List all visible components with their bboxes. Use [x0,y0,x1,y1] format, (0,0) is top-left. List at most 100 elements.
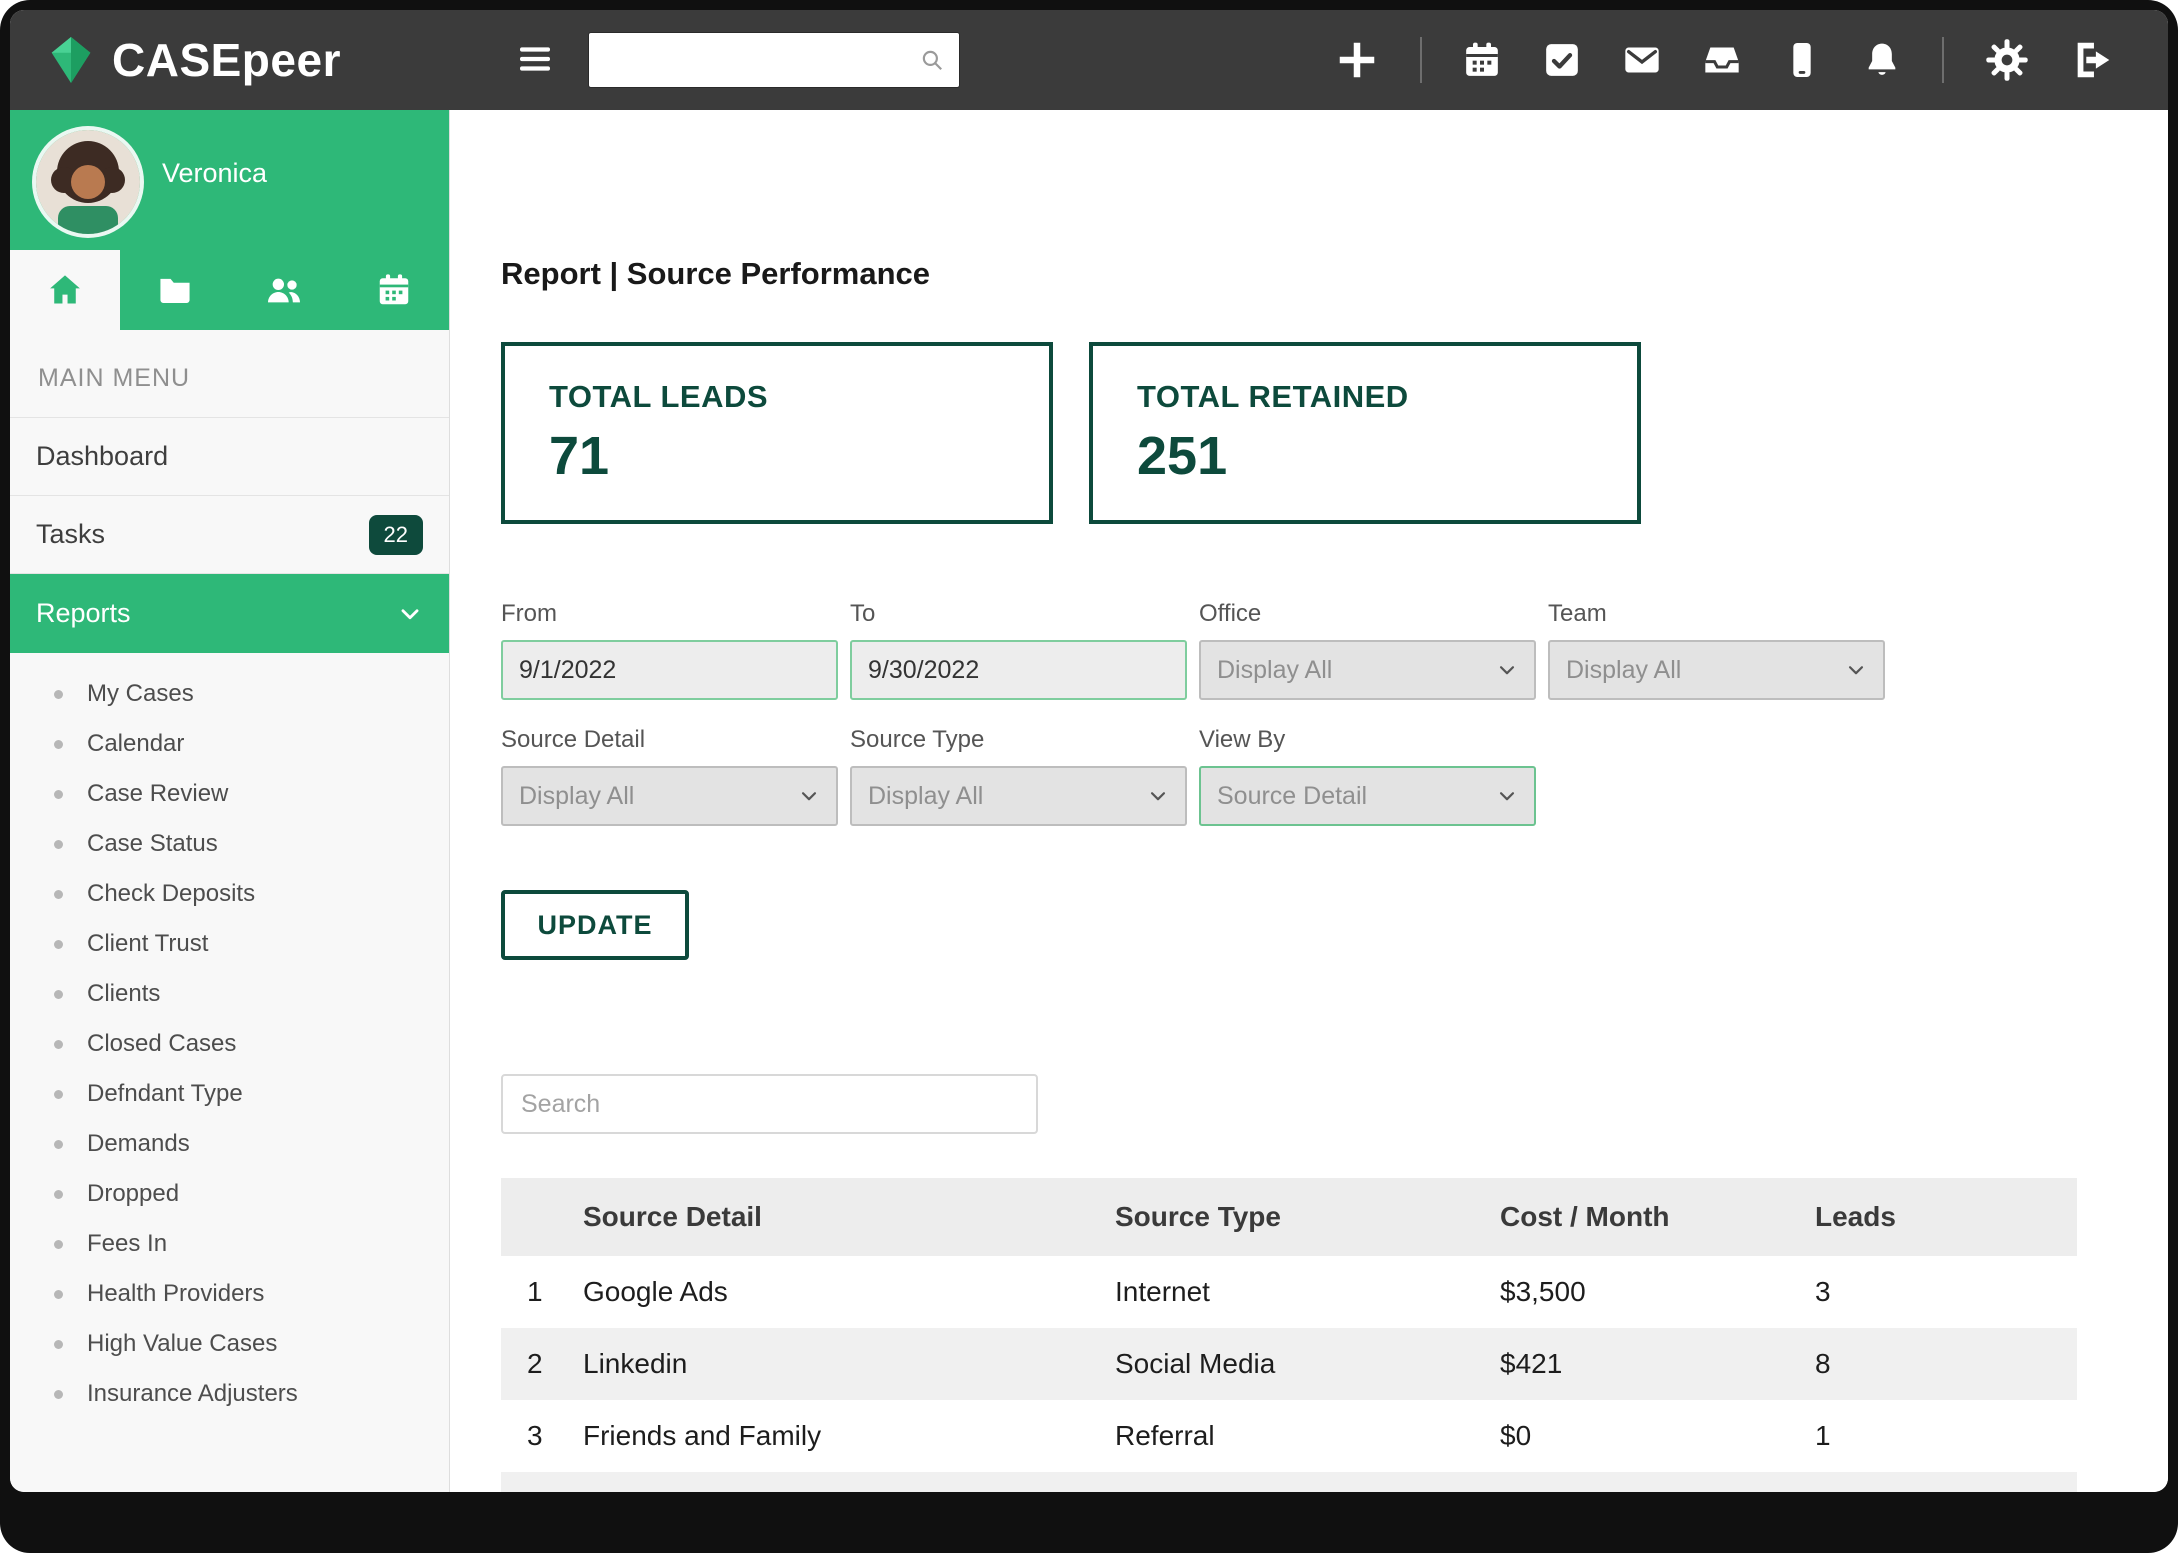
tasks-check-icon[interactable] [1542,40,1582,80]
tab-contacts[interactable] [230,250,340,330]
cell-cost: $0 [1500,1472,1815,1492]
col-leads: Leads [1815,1178,2077,1256]
sidebar-item-dashboard[interactable]: Dashboard [10,417,449,495]
page-title: Report | Source Performance [501,256,2168,292]
bullet-icon [54,1340,63,1349]
sidebar-item-label: Dashboard [36,441,168,472]
inbox-icon[interactable] [1702,40,1742,80]
bullet-icon [54,1040,63,1049]
gear-icon[interactable] [1984,37,2030,83]
filter-view-by: View By Source Detail [1199,726,1536,826]
cell-leads: 3 [1815,1256,2077,1328]
submenu-item-clients[interactable]: Clients [10,969,449,1019]
bell-icon[interactable] [1862,40,1902,80]
col-source-detail: Source Detail [583,1178,1115,1256]
sidebar-item-tasks[interactable]: Tasks 22 [10,495,449,573]
brand-logo[interactable]: CASEpeer [44,10,341,110]
table-row[interactable]: 2 Linkedin Social Media $421 8 [501,1328,2077,1400]
filter-office: Office Display All [1199,600,1536,700]
filter-team: Team Display All [1548,600,1885,700]
chevron-down-icon [1147,785,1169,807]
source-performance-table: Source Detail Source Type Cost / Month L… [501,1178,2077,1492]
mail-icon[interactable] [1622,40,1662,80]
tab-calendar[interactable] [339,250,449,330]
avatar[interactable] [36,130,140,234]
submenu-item-check-deposits[interactable]: Check Deposits [10,869,449,919]
sidebar-user-header: Veronica [10,110,449,330]
topbar-search [588,32,960,88]
bullet-icon [54,1140,63,1149]
bullet-icon [54,1090,63,1099]
sidebar: Veronica MAIN MENU [10,110,450,1492]
row-index: 4 [501,1472,583,1492]
stat-value: 251 [1137,425,1637,487]
bullet-icon [54,740,63,749]
submenu-item-client-trust[interactable]: Client Trust [10,919,449,969]
divider [1942,37,1944,83]
tasks-badge: 22 [369,515,423,555]
table-row[interactable]: 3 Friends and Family Referral $0 1 [501,1400,2077,1472]
submenu-item-fees-in[interactable]: Fees In [10,1219,449,1269]
stat-label: TOTAL RETAINED [1137,379,1637,415]
signout-icon[interactable] [2070,37,2116,83]
cell-source-detail: Dr. Saad Anri [583,1472,1115,1492]
cell-cost: $0 [1500,1400,1815,1472]
chevron-down-icon [397,601,423,627]
filter-source-type: Source Type Display All [850,726,1187,826]
divider [1420,37,1422,83]
team-select[interactable]: Display All [1548,640,1885,700]
submenu-item-case-status[interactable]: Case Status [10,819,449,869]
submenu-item-demands[interactable]: Demands [10,1119,449,1169]
cell-leads: 1 [1815,1472,2077,1492]
bullet-icon [54,990,63,999]
cell-source-type: Social Media [1115,1328,1500,1400]
col-source-type: Source Type [1115,1178,1500,1256]
sidebar-item-reports[interactable]: Reports [10,573,449,653]
office-select[interactable]: Display All [1199,640,1536,700]
submenu-item-calendar[interactable]: Calendar [10,719,449,769]
chevron-down-icon [798,785,820,807]
user-name: Veronica [162,158,267,189]
submenu-item-high-value-cases[interactable]: High Value Cases [10,1319,449,1369]
tab-cases[interactable] [120,250,230,330]
table-row[interactable]: 1 Google Ads Internet $3,500 3 [501,1256,2077,1328]
source-detail-select[interactable]: Display All [501,766,838,826]
users-icon [264,270,304,310]
submenu-item-case-review[interactable]: Case Review [10,769,449,819]
submenu-item-health-providers[interactable]: Health Providers [10,1269,449,1319]
add-new-icon[interactable] [1334,37,1380,83]
bullet-icon [54,790,63,799]
filter-to: To [850,600,1187,700]
total-retained-card: TOTAL RETAINED 251 [1089,342,1641,524]
mobile-icon[interactable] [1782,40,1822,80]
submenu-item-closed-cases[interactable]: Closed Cases [10,1019,449,1069]
cell-source-type: Referral [1115,1472,1500,1492]
to-date-input[interactable] [850,640,1187,700]
table-header-row: Source Detail Source Type Cost / Month L… [501,1178,2077,1256]
cell-source-type: Internet [1115,1256,1500,1328]
folder-icon [156,271,194,309]
update-button[interactable]: UPDATE [501,890,689,960]
bullet-icon [54,1290,63,1299]
submenu-item-dropped[interactable]: Dropped [10,1169,449,1219]
source-type-select[interactable]: Display All [850,766,1187,826]
bullet-icon [54,1240,63,1249]
topbar-search-input[interactable] [603,46,919,74]
submenu-item-insurance-adjusters[interactable]: Insurance Adjusters [10,1369,449,1419]
cell-cost: $3,500 [1500,1256,1815,1328]
submenu-item-defndant-type[interactable]: Defndant Type [10,1069,449,1119]
bullet-icon [54,840,63,849]
bullet-icon [54,1390,63,1399]
hamburger-menu-icon[interactable] [515,39,555,79]
chevron-down-icon [1496,785,1518,807]
submenu-item-my-cases[interactable]: My Cases [10,669,449,719]
from-date-input[interactable] [501,640,838,700]
table-search-input[interactable] [501,1074,1038,1134]
table-row[interactable]: 4 Dr. Saad Anri Referral $0 1 [501,1472,2077,1492]
home-icon [46,271,84,309]
view-by-select[interactable]: Source Detail [1199,766,1536,826]
reports-submenu: My Cases Calendar Case Review Case Statu… [10,653,449,1419]
calendar-icon[interactable] [1462,40,1502,80]
sidebar-tabs [10,250,449,330]
tab-home[interactable] [10,250,120,330]
